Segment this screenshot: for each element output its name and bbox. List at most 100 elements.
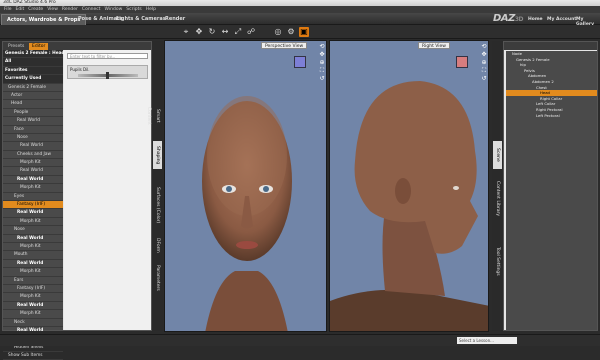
menu-connect[interactable]: Connect bbox=[82, 7, 101, 12]
lesson-select[interactable]: Select a Lesson... bbox=[457, 337, 517, 344]
logo-text: DAZ bbox=[493, 13, 515, 24]
render-settings-icon[interactable]: ◎ bbox=[273, 27, 283, 37]
tab-dform[interactable]: DForm bbox=[153, 236, 162, 254]
tab-parameters[interactable]: Parameters bbox=[153, 261, 162, 295]
tree-node[interactable]: Nose bbox=[3, 226, 63, 235]
pan-icon[interactable]: ✥ bbox=[480, 51, 488, 59]
shaping-panel: Presets Editor Genesis 2 Female : Head Al… bbox=[2, 41, 152, 360]
tree-node[interactable]: Morph Kit bbox=[3, 268, 63, 277]
scene-tree: Node Genesis 2 Female hip Pelvis Abdomen Abdo… bbox=[506, 51, 597, 330]
tree-node[interactable]: Morph Kit bbox=[3, 218, 63, 227]
tree-node[interactable]: Real World bbox=[3, 209, 63, 218]
tab-tool-settings[interactable]: Tool Settings bbox=[493, 241, 502, 281]
scale-tool-icon[interactable]: ⤢ bbox=[233, 27, 243, 37]
menu-window[interactable]: Window bbox=[105, 7, 123, 12]
status-bar: Select a Lesson... bbox=[0, 334, 600, 346]
view-selector[interactable]: Right View bbox=[418, 42, 450, 49]
tree-node[interactable]: Real World bbox=[3, 260, 63, 269]
tree-node[interactable]: Genesis 2 Female : Head bbox=[3, 50, 65, 59]
window-title: 3dC DAZ Studio 4.6 Pro bbox=[3, 0, 56, 5]
viewport-controls: ⟲ ✥ ⊕ ⛶ ↺ bbox=[480, 43, 488, 83]
tree-node[interactable]: All bbox=[3, 58, 63, 67]
menu-edit[interactable]: Edit bbox=[16, 7, 25, 12]
tree-node[interactable]: People bbox=[3, 109, 63, 118]
node-selection-tool-icon[interactable]: ⌖ bbox=[181, 27, 191, 37]
menu-view[interactable]: View bbox=[47, 7, 58, 12]
property-group-tree: Genesis 2 Female : Head All Favorites Curre… bbox=[3, 50, 65, 360]
tree-node[interactable]: Face bbox=[3, 126, 63, 134]
tree-node[interactable]: Favorites bbox=[3, 66, 63, 76]
home-link[interactable]: Home bbox=[528, 17, 543, 22]
tab-scene[interactable]: Scene bbox=[493, 141, 502, 169]
tree-node[interactable]: Real World bbox=[3, 235, 63, 243]
render-icon[interactable]: ⚙ bbox=[286, 27, 296, 37]
active-pose-tool-icon[interactable]: ☍ bbox=[246, 27, 256, 37]
tree-node[interactable]: Real World bbox=[3, 117, 63, 126]
tree-node[interactable]: Real World bbox=[3, 142, 63, 151]
view-selector[interactable]: Perspective View bbox=[261, 42, 308, 49]
zoom-icon[interactable]: ⊕ bbox=[318, 59, 326, 67]
tree-node[interactable]: Ears bbox=[3, 277, 63, 285]
tab-presets[interactable]: Presets bbox=[5, 43, 27, 50]
tree-node[interactable]: Actor bbox=[3, 92, 63, 101]
orbit-icon[interactable]: ⟲ bbox=[480, 43, 488, 51]
slider-label: Pupils Dil. bbox=[70, 67, 90, 72]
zoom-icon[interactable]: ⊕ bbox=[480, 59, 488, 67]
right-viewport[interactable]: Right View ⟲ ✥ ⊕ ⛶ ↺ bbox=[329, 40, 489, 332]
tree-node[interactable]: Mouth bbox=[3, 251, 63, 260]
tree-node[interactable]: Morph Kit bbox=[3, 293, 63, 302]
tree-node[interactable]: Neck bbox=[3, 319, 63, 327]
filter-input[interactable]: Enter text to filter by... bbox=[67, 53, 148, 59]
tree-node[interactable]: Nose bbox=[3, 134, 63, 143]
menu-scripts[interactable]: Scripts bbox=[126, 7, 141, 12]
view-cube[interactable] bbox=[294, 56, 306, 68]
pupils-dilation-slider[interactable]: Pupils Dil. bbox=[67, 65, 148, 79]
tree-node[interactable]: Genesis 2 Female bbox=[3, 84, 63, 92]
orbit-icon[interactable]: ⟲ bbox=[318, 43, 326, 51]
tree-node[interactable]: Head bbox=[3, 100, 63, 109]
tree-node[interactable]: Eyes bbox=[3, 193, 63, 202]
frame-icon[interactable]: ⛶ bbox=[480, 67, 488, 75]
tab-render[interactable]: Render bbox=[160, 14, 190, 25]
tree-node[interactable]: Real World bbox=[3, 167, 63, 176]
tree-node[interactable]: Morph Kit bbox=[3, 243, 63, 252]
tree-node[interactable]: Morph Kit bbox=[3, 310, 63, 319]
perspective-viewport[interactable]: Perspective View ⟲ ✥ ⊕ ⛶ ↺ bbox=[164, 40, 327, 332]
scene-node[interactable]: Left Pectoral bbox=[506, 113, 597, 119]
tab-editor[interactable]: Editor bbox=[29, 43, 49, 50]
spot-render-icon[interactable]: ▣ bbox=[299, 27, 309, 37]
top-bar: Actors, Wardrobe & Props Pose & Animate … bbox=[0, 13, 600, 27]
tab-surfaces[interactable]: Surfaces (Color) bbox=[153, 181, 162, 229]
pan-icon[interactable]: ✥ bbox=[318, 51, 326, 59]
translate-tool-icon[interactable]: ↔ bbox=[220, 27, 230, 37]
frame-icon[interactable]: ⛶ bbox=[318, 67, 326, 75]
tree-node[interactable]: Currently Used bbox=[3, 75, 63, 84]
menu-render[interactable]: Render bbox=[62, 7, 78, 12]
universal-tool-icon[interactable]: ✥ bbox=[194, 27, 204, 37]
menu-bar: File Edit Create View Render Connect Window Scr… bbox=[0, 6, 600, 13]
slider-thumb[interactable] bbox=[106, 72, 110, 79]
tree-node[interactable]: Real World bbox=[3, 302, 63, 311]
tree-node[interactable]: Show Sub Items bbox=[3, 352, 63, 360]
tree-node[interactable]: Morph Kit bbox=[3, 184, 63, 193]
tree-node[interactable]: Cheeks and Jaw bbox=[3, 151, 63, 160]
rotate-tool-icon[interactable]: ↻ bbox=[207, 27, 217, 37]
tab-shaping[interactable]: Shaping bbox=[153, 141, 162, 169]
menu-help[interactable]: Help bbox=[146, 7, 156, 12]
tree-node[interactable]: Fantasy (IrIF) bbox=[3, 285, 63, 294]
tree-node[interactable]: Real World bbox=[3, 176, 63, 185]
toolbar: ⌖ ✥ ↻ ↔ ⤢ ☍ ◎ ⚙ ▣ bbox=[0, 25, 600, 39]
view-cube[interactable] bbox=[456, 56, 468, 68]
menu-create[interactable]: Create bbox=[28, 7, 43, 12]
tab-content-library[interactable]: Content Library bbox=[493, 176, 502, 222]
tab-smart-content[interactable]: Smart Content bbox=[146, 101, 162, 131]
panel-header bbox=[504, 42, 597, 50]
menu-file[interactable]: File bbox=[4, 7, 12, 12]
reset-icon[interactable]: ↺ bbox=[480, 75, 488, 83]
viewport-controls: ⟲ ✥ ⊕ ⛶ ↺ bbox=[318, 43, 326, 83]
tree-node[interactable]: Morph Kit bbox=[3, 159, 63, 168]
tree-node[interactable]: Fantasy (IrIF) bbox=[3, 201, 63, 210]
my-account-link[interactable]: My Account bbox=[547, 17, 576, 22]
left-vertical-tabs: Smart Content Shaping Surfaces (Color) D… bbox=[146, 41, 163, 331]
reset-icon[interactable]: ↺ bbox=[318, 75, 326, 83]
